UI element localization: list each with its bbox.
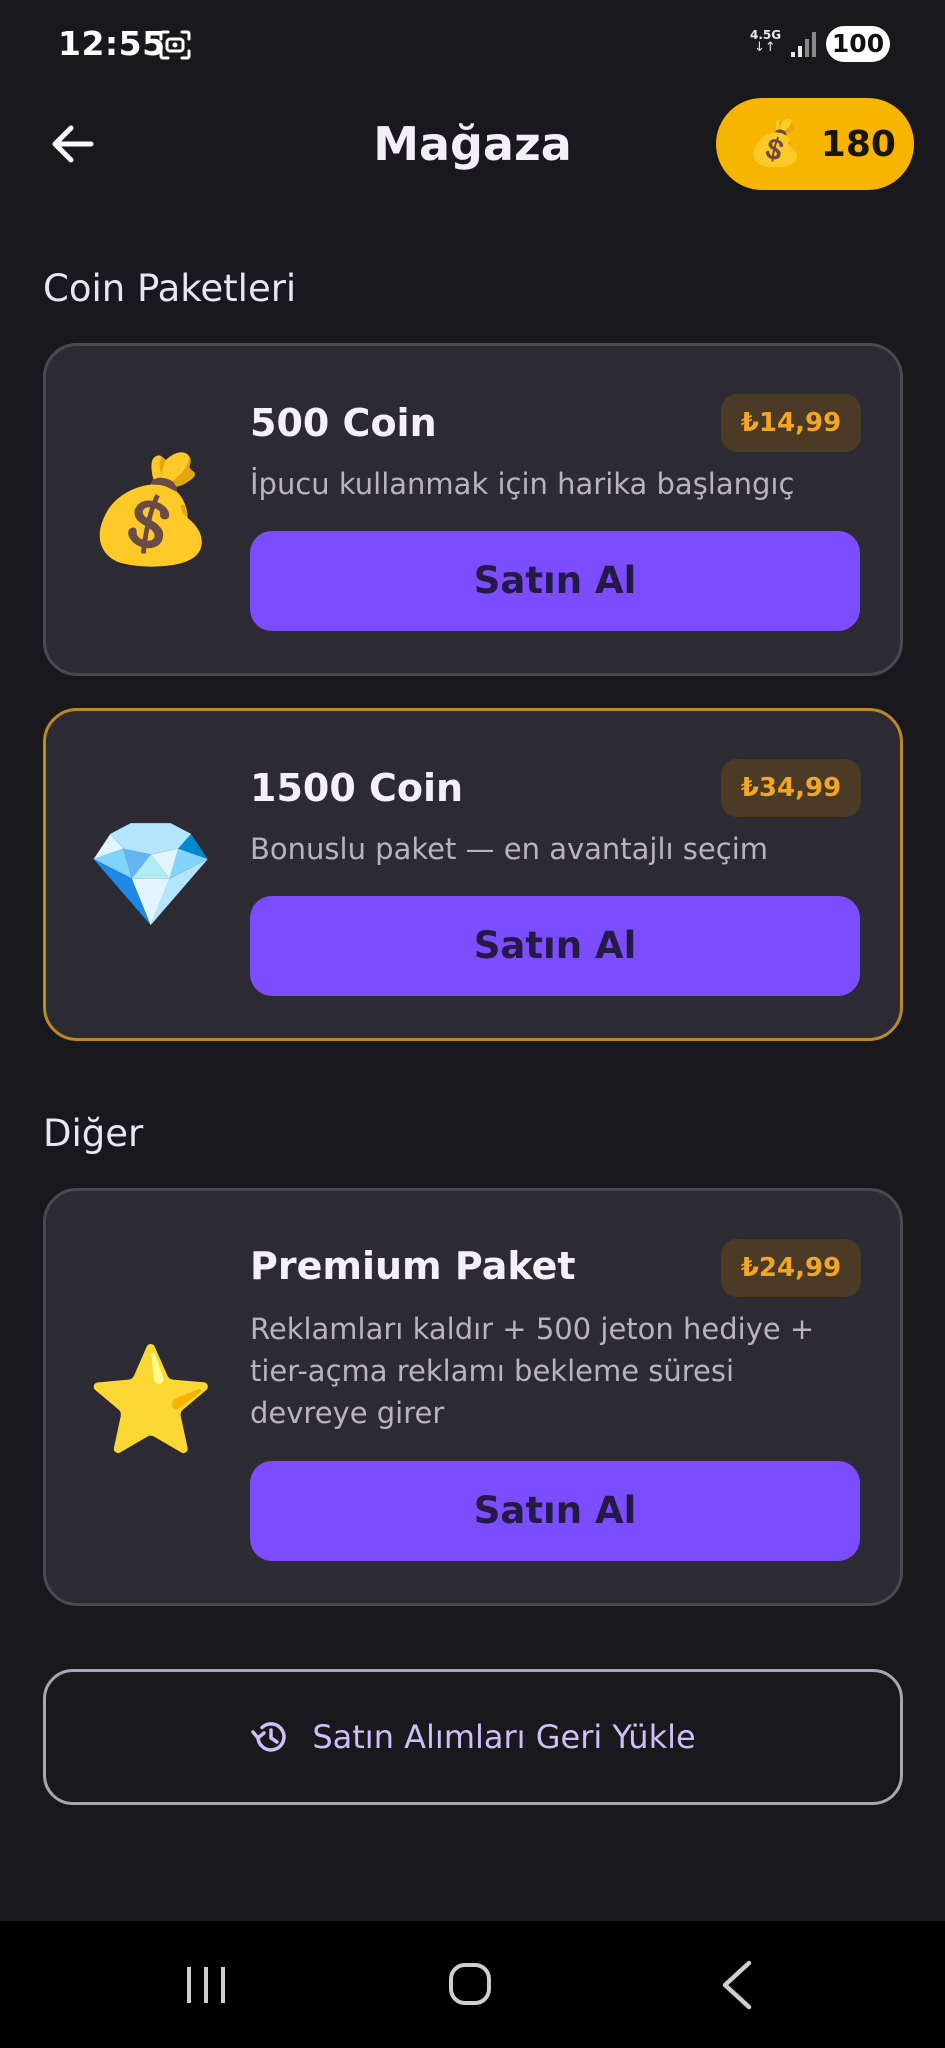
product-description: Reklamları kaldır + 500 jeton hediye + t… — [250, 1308, 870, 1434]
product-card-1500-coin: 💎 1500 Coin ₺34,99 Bonuslu paket — en av… — [43, 708, 903, 1041]
system-nav-bar — [0, 1921, 945, 2048]
star-icon: ⭐ — [86, 1339, 216, 1461]
history-icon — [251, 1722, 287, 1752]
price-badge: ₺34,99 — [721, 759, 861, 817]
product-description-line: tier-açma reklamı bekleme süresi — [250, 1354, 735, 1388]
restore-purchases-label: Satın Alımları Geri Yükle — [312, 1718, 696, 1756]
status-bar: 12:55 4.5G ↓↑ 100 — [0, 0, 945, 90]
store-screen: 12:55 4.5G ↓↑ 100 Mağaza 💰 180 Coin Pake… — [0, 0, 945, 2048]
network-indicator: 4.5G ↓↑ — [750, 28, 784, 60]
product-description-line: Reklamları kaldır + 500 jeton hediye + — [250, 1312, 815, 1346]
money-bag-icon: 💰 — [86, 448, 216, 570]
product-title: 1500 Coin — [250, 766, 464, 810]
product-title: 500 Coin — [250, 401, 437, 445]
signal-icon — [791, 32, 816, 57]
recents-icon[interactable] — [184, 1963, 228, 2007]
battery-indicator: 100 — [826, 26, 890, 62]
product-description-line: İpucu kullanmak için harika başlangıç — [250, 467, 795, 501]
section-title-coin-packs: Coin Paketleri — [43, 267, 297, 310]
price-badge: ₺14,99 — [721, 394, 861, 452]
nav-back-icon[interactable] — [717, 1959, 757, 2011]
gem-icon: 💎 — [86, 813, 216, 935]
network-arrows-icon: ↓↑ — [754, 40, 776, 55]
product-description-line: devreye girer — [250, 1396, 445, 1430]
buy-button[interactable]: Satın Al — [250, 1461, 860, 1561]
product-description-line: Bonuslu paket — en avantajlı seçim — [250, 832, 769, 866]
product-card-500-coin: 💰 500 Coin ₺14,99 İpucu kullanmak için h… — [43, 343, 903, 676]
status-time: 12:55 — [58, 24, 166, 63]
home-icon[interactable] — [447, 1961, 493, 2007]
section-title-other: Diğer — [43, 1112, 144, 1155]
product-description: Bonuslu paket — en avantajlı seçim — [250, 828, 870, 870]
screenshot-icon — [159, 30, 191, 60]
coin-balance-badge[interactable]: 💰 180 — [716, 98, 914, 190]
restore-purchases-button[interactable]: Satın Alımları Geri Yükle — [43, 1669, 903, 1805]
product-card-premium: ⭐ Premium Paket ₺24,99 Reklamları kaldır… — [43, 1188, 903, 1606]
coin-balance-value: 180 — [820, 123, 896, 165]
buy-button[interactable]: Satın Al — [250, 896, 860, 996]
money-bag-icon: 💰 — [748, 118, 803, 169]
price-badge: ₺24,99 — [721, 1239, 861, 1297]
product-title: Premium Paket — [250, 1244, 576, 1288]
product-description: İpucu kullanmak için harika başlangıç — [250, 463, 870, 505]
buy-button[interactable]: Satın Al — [250, 531, 860, 631]
